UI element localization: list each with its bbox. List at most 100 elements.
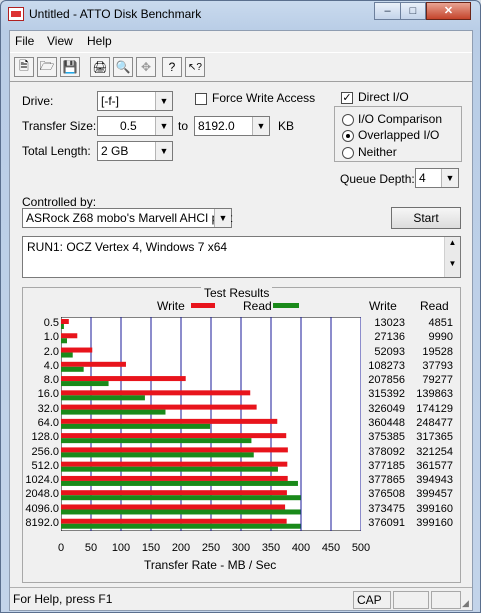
- client-area: File View Help 🗎 🗁 💾 🖨 🔍 ✥ ? ↖? Drive: […: [9, 30, 473, 611]
- move-icon[interactable]: ✥: [136, 57, 156, 77]
- resize-grip-icon[interactable]: ◢: [462, 598, 469, 609]
- io-comparison-radio[interactable]: [342, 114, 354, 126]
- help-icon[interactable]: ?: [162, 57, 182, 77]
- write-value: 373475: [368, 502, 405, 515]
- queue-depth-select[interactable]: 4 ▼: [415, 168, 459, 188]
- transfer-size-from-select[interactable]: 0.5 ▼: [97, 116, 173, 136]
- status-bar: For Help, press F1 CAP ◢: [10, 587, 472, 611]
- write-column-header: Write: [369, 299, 397, 313]
- chevron-down-icon[interactable]: ▼: [252, 117, 269, 135]
- legend-write-swatch: [191, 303, 215, 308]
- title-bar[interactable]: Untitled - ATTO Disk Benchmark – □ ✕: [1, 1, 480, 29]
- write-value: 13023: [374, 317, 405, 330]
- total-length-label: Total Length:: [22, 144, 91, 158]
- read-bar: [61, 438, 252, 444]
- maximize-button[interactable]: □: [400, 2, 426, 20]
- controlled-by-select[interactable]: ASRock Z68 mobo's Marvell AHCI port ▼: [22, 208, 232, 228]
- write-value: 27136: [374, 331, 405, 344]
- status-help-text: For Help, press F1: [13, 592, 113, 606]
- y-tick-label: 32.0: [37, 402, 59, 415]
- write-value: 315392: [368, 388, 405, 401]
- neither-radio[interactable]: [342, 147, 354, 159]
- force-write-label: Force Write Access: [212, 91, 316, 105]
- menu-view[interactable]: View: [47, 34, 73, 48]
- read-value: 399160: [416, 502, 453, 515]
- new-icon[interactable]: 🗎: [14, 57, 34, 77]
- status-panel-scrl: [431, 591, 461, 609]
- drive-label: Drive:: [22, 94, 54, 108]
- overlapped-io-radio[interactable]: [342, 130, 354, 142]
- read-bar: [61, 423, 211, 429]
- drive-select[interactable]: [-f-] ▼: [97, 91, 173, 111]
- status-panel-num: [393, 591, 429, 609]
- read-bar: [61, 366, 84, 372]
- y-tick-label: 2048.0: [25, 488, 59, 501]
- menu-help[interactable]: Help: [87, 34, 112, 48]
- chevron-down-icon[interactable]: ▼: [214, 209, 231, 227]
- write-value: 377865: [368, 474, 405, 487]
- read-bar: [61, 509, 301, 515]
- notes-textarea[interactable]: RUN1: OCZ Vertex 4, Windows 7 x64 ▲ ▼: [22, 236, 461, 278]
- read-value: 361577: [416, 459, 453, 472]
- menu-file[interactable]: File: [15, 34, 34, 48]
- write-bar: [61, 475, 288, 481]
- x-tick-label: 250: [201, 542, 221, 554]
- y-tick-label: 8192.0: [25, 516, 59, 529]
- read-value: 399457: [416, 488, 453, 501]
- write-bar: [61, 504, 286, 510]
- y-tick-label: 256.0: [31, 445, 59, 458]
- chevron-down-icon[interactable]: ▼: [155, 92, 172, 110]
- x-tick-label: 300: [231, 542, 251, 554]
- read-bar: [61, 395, 145, 401]
- write-bar: [61, 404, 257, 410]
- legend-read-swatch: [273, 303, 299, 308]
- bar-chart: [61, 317, 361, 531]
- write-value: 378092: [368, 445, 405, 458]
- force-write-checkbox[interactable]: [195, 93, 207, 105]
- total-length-select[interactable]: 2 GB ▼: [97, 141, 173, 161]
- x-tick-label: 100: [111, 542, 131, 554]
- x-axis-label: Transfer Rate - MB / Sec: [144, 558, 277, 572]
- write-value: 108273: [368, 359, 405, 372]
- print-icon[interactable]: 🖨: [90, 57, 110, 77]
- close-button[interactable]: ✕: [426, 2, 471, 20]
- read-value: 37793: [422, 359, 453, 372]
- legend-read-label: Read: [243, 299, 272, 313]
- read-value: 394943: [416, 474, 453, 487]
- read-bar: [61, 381, 109, 387]
- toolbar: 🗎 🗁 💾 🖨 🔍 ✥ ? ↖?: [10, 52, 472, 82]
- read-value: 4851: [428, 317, 453, 330]
- write-value: 360448: [368, 417, 405, 429]
- transfer-size-to-select[interactable]: 8192.0 ▼: [194, 116, 270, 136]
- chevron-down-icon[interactable]: ▼: [155, 117, 172, 135]
- chevron-down-icon[interactable]: ▼: [155, 142, 172, 160]
- app-window: Untitled - ATTO Disk Benchmark – □ ✕ Fil…: [0, 0, 481, 613]
- chevron-down-icon[interactable]: ▼: [441, 169, 458, 187]
- read-bar: [61, 352, 73, 358]
- app-icon[interactable]: [8, 7, 24, 21]
- save-icon[interactable]: 💾: [60, 57, 80, 77]
- read-value: 79277: [422, 374, 453, 387]
- start-button[interactable]: Start: [391, 207, 461, 229]
- read-value: 174129: [416, 402, 453, 415]
- x-tick-label: 50: [84, 542, 98, 554]
- y-tick-label: 4.0: [43, 359, 59, 372]
- write-value: 375385: [368, 431, 405, 444]
- x-tick-label: 500: [351, 542, 371, 554]
- write-bar: [61, 361, 126, 367]
- y-tick-label: 64.0: [37, 417, 59, 429]
- open-icon[interactable]: 🗁: [37, 57, 57, 77]
- direct-io-checkbox[interactable]: ✓: [341, 92, 353, 104]
- queue-depth-label: Queue Depth:: [340, 172, 415, 186]
- y-tick-label: 8.0: [43, 374, 59, 387]
- y-tick-label: 1.0: [43, 331, 59, 344]
- print-preview-icon[interactable]: 🔍: [113, 57, 133, 77]
- context-help-icon[interactable]: ↖?: [185, 57, 205, 77]
- neither-label: Neither: [358, 145, 397, 159]
- x-tick-label: 150: [141, 542, 161, 554]
- minimize-button[interactable]: –: [374, 2, 401, 20]
- notes-scrollbar[interactable]: ▲ ▼: [444, 237, 460, 277]
- window-title: Untitled - ATTO Disk Benchmark: [29, 7, 202, 21]
- write-bar: [61, 461, 288, 467]
- read-value: 321254: [416, 445, 453, 458]
